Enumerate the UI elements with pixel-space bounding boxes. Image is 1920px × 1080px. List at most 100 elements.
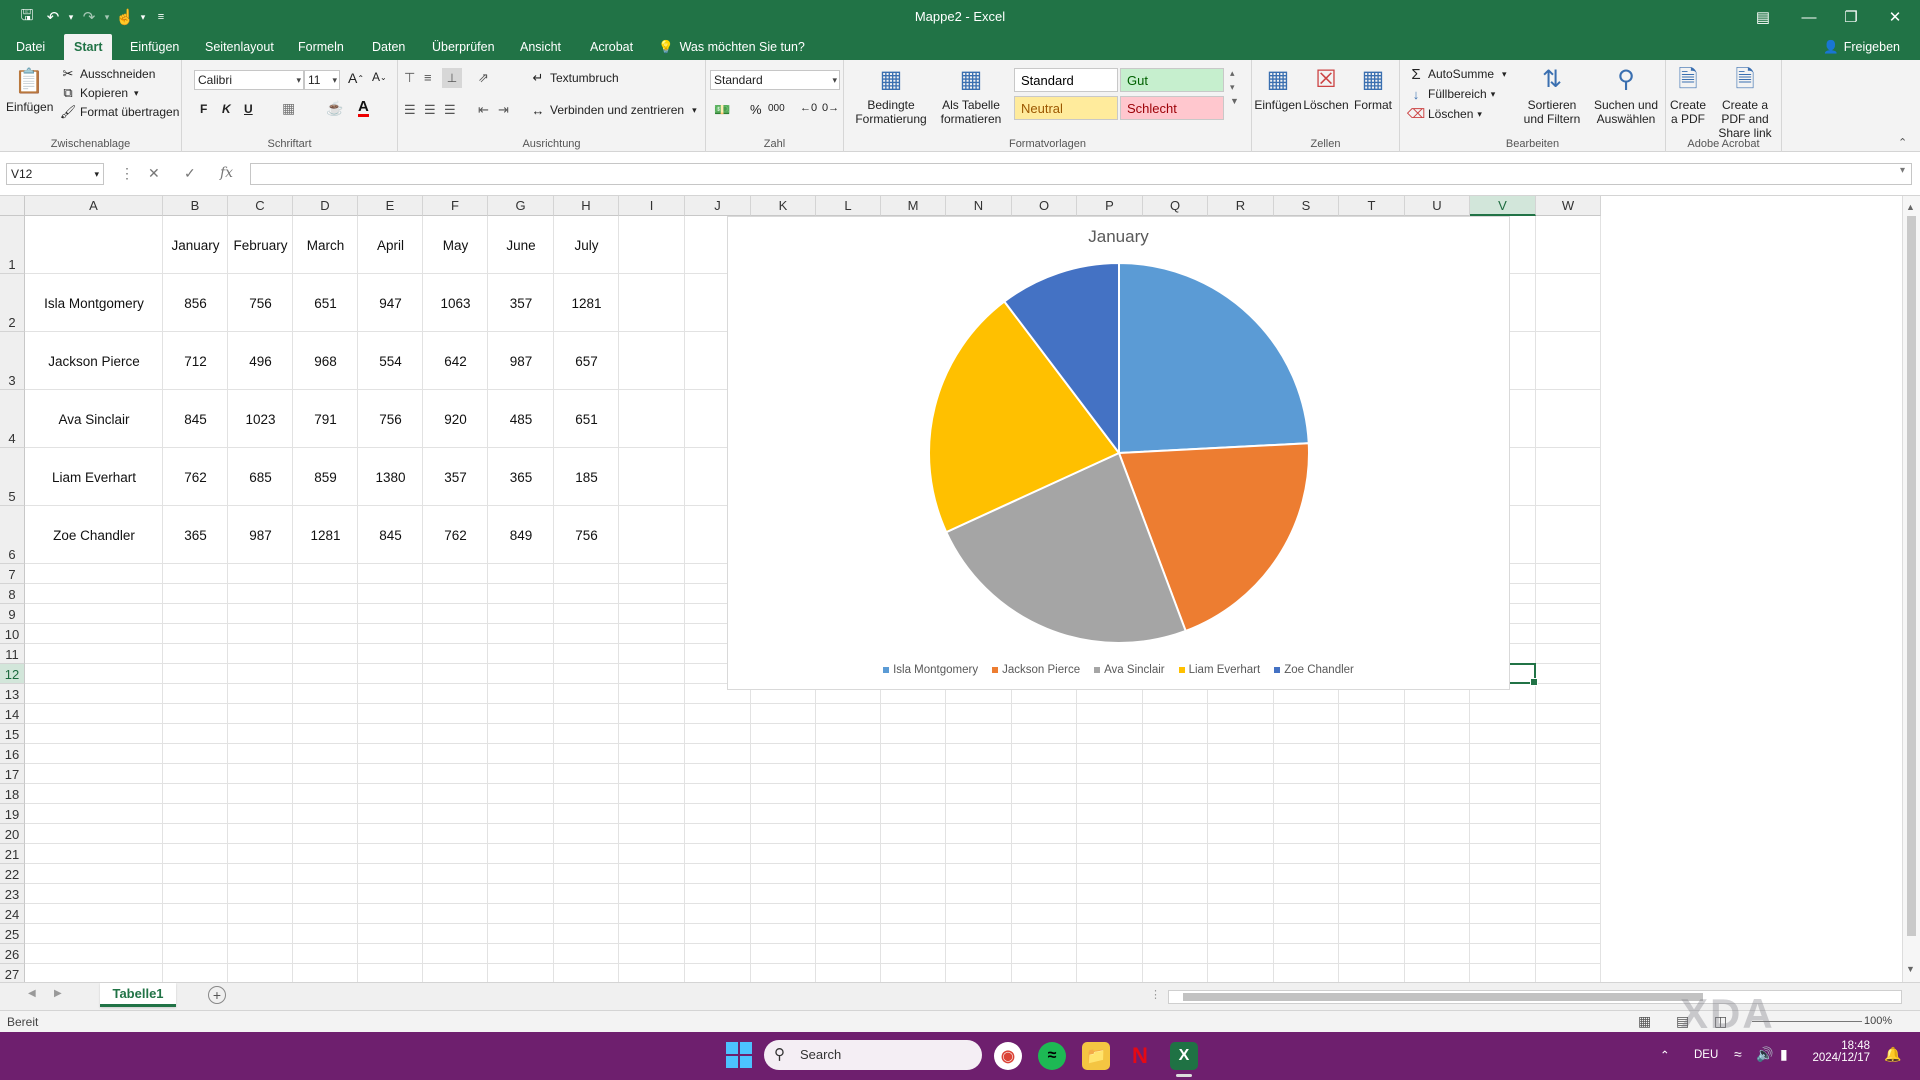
prev-sheet-icon[interactable]: ◀ [28,988,36,999]
legend-item[interactable]: Liam Everhart [1178,664,1260,676]
merge-center-button[interactable]: ↔ Verbinden und zentrieren ▾ [530,102,697,118]
close-icon[interactable]: ✕ [1872,0,1918,34]
function-icon[interactable]: fx [220,165,233,181]
value-cell[interactable]: 1063 [423,274,488,332]
borders-icon[interactable]: ▦ [282,100,295,117]
column-header-f[interactable]: F [423,196,488,216]
cancel-icon[interactable]: ✕ [148,165,160,182]
sort-filter-button[interactable]: ⇅ Sortieren und Filtern [1516,64,1588,126]
value-cell[interactable]: 859 [293,448,358,506]
tab-daten[interactable]: Daten [362,34,415,60]
value-cell[interactable]: 485 [488,390,554,448]
align-right-icon[interactable]: ☰ [444,102,456,118]
copy-button[interactable]: ⧉ Kopieren ▾ [60,85,138,101]
value-cell[interactable]: 947 [358,274,423,332]
value-cell[interactable]: 496 [228,332,293,390]
horizontal-scrollbar[interactable] [1168,990,1902,1004]
share-button[interactable]: 👤 Freigeben [1823,37,1900,57]
column-header-b[interactable]: B [163,196,228,216]
tab-einfuegen[interactable]: Einfügen [120,34,189,60]
value-cell[interactable]: 856 [163,274,228,332]
row-header-3[interactable]: 3 [0,332,25,390]
value-cell[interactable]: 987 [488,332,554,390]
column-header-w[interactable]: W [1536,196,1601,216]
scroll-thumb[interactable] [1183,993,1703,1001]
autosum-button[interactable]: Σ AutoSumme ▾ [1408,66,1506,83]
value-cell[interactable]: 849 [488,506,554,564]
value-cell[interactable]: 365 [488,448,554,506]
row-header-18[interactable]: 18 [0,784,25,804]
value-cell[interactable]: 987 [228,506,293,564]
add-sheet-icon[interactable]: + [208,986,226,1004]
align-left-icon[interactable]: ☰ [404,102,416,118]
row-header-25[interactable]: 25 [0,924,25,944]
notification-bell-icon[interactable]: 🔔 [1884,1046,1901,1063]
fill-button[interactable]: ↓ Füllbereich ▾ [1408,86,1495,102]
column-header-a[interactable]: A [25,196,163,216]
row-header-7[interactable]: 7 [0,564,25,584]
row-header-15[interactable]: 15 [0,724,25,744]
fill-color-icon[interactable]: ☕ [326,100,343,117]
conditional-formatting-button[interactable]: ▦ Bedingte Formatierung [850,64,932,126]
formula-input[interactable] [250,163,1912,185]
row-header-14[interactable]: 14 [0,704,25,724]
format-as-table-button[interactable]: ▦ Als Tabelle formatieren [934,64,1008,126]
row-header-19[interactable]: 19 [0,804,25,824]
row-header-6[interactable]: 6 [0,506,25,564]
value-cell[interactable]: 657 [554,332,619,390]
bold-button[interactable]: F [200,102,207,116]
style-schlecht[interactable]: Schlecht [1120,96,1224,120]
row-header-11[interactable]: 11 [0,644,25,664]
row-header-20[interactable]: 20 [0,824,25,844]
clear-button[interactable]: ⌫ Löschen ▾ [1407,106,1482,122]
currency-icon[interactable]: 💵 [714,102,730,118]
value-cell[interactable]: 712 [163,332,228,390]
value-cell[interactable]: 845 [163,390,228,448]
tab-ansicht[interactable]: Ansicht [510,34,571,60]
tab-ueberpruefen[interactable]: Überprüfen [422,34,505,60]
battery-icon[interactable]: ▮ [1780,1046,1788,1063]
value-cell[interactable]: 845 [358,506,423,564]
row-header-22[interactable]: 22 [0,864,25,884]
column-header-t[interactable]: T [1339,196,1405,216]
value-cell[interactable]: 1281 [293,506,358,564]
column-header-p[interactable]: P [1077,196,1143,216]
decrease-font-icon[interactable]: A ⌄ [372,70,387,84]
value-cell[interactable]: 651 [554,390,619,448]
clock[interactable]: 18:48 2024/12/17 [1812,1040,1870,1064]
name-cell[interactable]: Ava Sinclair [25,390,163,448]
value-cell[interactable]: 1380 [358,448,423,506]
row-header-4[interactable]: 4 [0,390,25,448]
number-format-select[interactable]: Standard ▾ [710,70,840,90]
column-header-s[interactable]: S [1274,196,1339,216]
row-header-10[interactable]: 10 [0,624,25,644]
value-cell[interactable]: 554 [358,332,423,390]
tab-seitenlayout[interactable]: Seitenlayout [195,34,284,60]
value-cell[interactable]: 762 [423,506,488,564]
column-header-k[interactable]: K [751,196,816,216]
enter-icon[interactable]: ✓ [184,165,196,182]
worksheet-grid[interactable]: A B C D E F G H I J K L M N O P Q R S T U V W 1 2 3 4 5 6 7 8 9 10 11 12 13… [0,196,1920,982]
column-header-i[interactable]: I [619,196,685,216]
minimize-icon[interactable]: — [1786,0,1832,34]
row-header-24[interactable]: 24 [0,904,25,924]
spotify-icon[interactable]: ≈ [1038,1042,1066,1070]
row-header-8[interactable]: 8 [0,584,25,604]
create-pdf-button[interactable]: 🗎 Create a PDF [1668,64,1708,126]
orientation-icon[interactable]: ⇗ [478,70,489,86]
pie-plot-area[interactable] [728,217,1511,691]
insert-cells-button[interactable]: ▦ Einfügen [1254,64,1302,112]
volume-icon[interactable]: 🔊 [1756,1046,1773,1063]
paste-button[interactable]: 📋 Einfügen [6,66,53,114]
column-header-c[interactable]: C [228,196,293,216]
create-share-pdf-button[interactable]: 🗎 Create a PDF and Share link [1710,64,1780,140]
normal-view-icon[interactable]: ▦ [1638,1013,1651,1030]
value-cell[interactable]: 357 [423,448,488,506]
align-middle-icon[interactable]: ≡ [424,70,432,85]
row-header-21[interactable]: 21 [0,844,25,864]
ribbon-display-options-icon[interactable]: ▤ [1740,0,1786,34]
value-cell[interactable]: 756 [358,390,423,448]
style-neutral[interactable]: Neutral [1014,96,1118,120]
row-header-27[interactable]: 27 [0,964,25,982]
legend-item[interactable]: Isla Montgomery [883,664,978,676]
